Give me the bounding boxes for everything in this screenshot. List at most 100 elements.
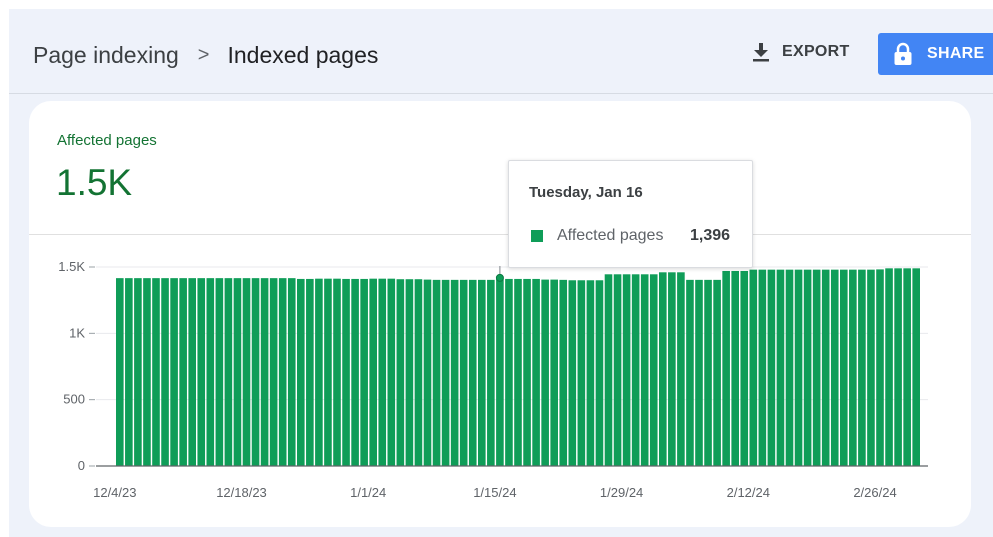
bar[interactable] <box>794 269 803 466</box>
y-tick-label: 500 <box>63 392 85 407</box>
tooltip-value: 1,396 <box>690 227 731 244</box>
bar[interactable] <box>586 280 595 466</box>
bar[interactable] <box>396 279 405 466</box>
bar[interactable] <box>894 268 902 466</box>
bar[interactable] <box>170 278 178 466</box>
bar[interactable] <box>514 278 522 466</box>
bar[interactable] <box>125 278 133 466</box>
bar[interactable] <box>432 279 441 466</box>
bar[interactable] <box>215 278 224 466</box>
bar[interactable] <box>306 278 314 466</box>
bar[interactable] <box>821 269 830 466</box>
bar[interactable] <box>414 279 423 466</box>
bar[interactable] <box>704 279 712 466</box>
bar[interactable] <box>351 278 359 466</box>
bar[interactable] <box>713 279 721 466</box>
bar[interactable] <box>161 278 169 466</box>
bar[interactable] <box>387 278 396 466</box>
bar[interactable] <box>242 278 251 466</box>
bar[interactable] <box>758 269 767 466</box>
bar[interactable] <box>523 278 531 466</box>
y-tick-label: 0 <box>78 458 85 473</box>
bar[interactable] <box>613 274 622 466</box>
bar[interactable] <box>867 269 875 466</box>
x-tick-label: 12/18/23 <box>216 485 267 500</box>
bar[interactable] <box>622 274 631 466</box>
bar[interactable] <box>179 278 187 466</box>
highlight-point <box>495 273 504 282</box>
bar[interactable] <box>785 269 794 466</box>
bar[interactable] <box>197 278 206 466</box>
tooltip-series-swatch <box>531 230 543 242</box>
bar[interactable] <box>767 269 776 466</box>
tooltip-series-label: Affected pages <box>557 227 664 244</box>
bar[interactable] <box>559 279 568 466</box>
bar[interactable] <box>858 269 866 466</box>
bar[interactable] <box>333 278 341 466</box>
bar[interactable] <box>668 272 676 466</box>
bar[interactable] <box>423 279 432 466</box>
bar[interactable] <box>496 277 504 466</box>
bar[interactable] <box>478 279 486 466</box>
bar[interactable] <box>686 279 694 466</box>
bar[interactable] <box>631 274 640 466</box>
bar[interactable] <box>134 278 142 466</box>
bar[interactable] <box>677 272 685 466</box>
bar[interactable] <box>550 279 558 466</box>
bar[interactable] <box>206 278 215 466</box>
bar[interactable] <box>749 269 758 466</box>
bar[interactable] <box>378 278 387 466</box>
bar[interactable] <box>324 278 332 466</box>
bar[interactable] <box>287 278 296 466</box>
bar[interactable] <box>188 278 196 466</box>
bar[interactable] <box>468 279 477 466</box>
bar[interactable] <box>342 278 350 466</box>
bar[interactable] <box>143 278 151 466</box>
bar[interactable] <box>659 272 667 466</box>
bar[interactable] <box>260 278 269 466</box>
bar[interactable] <box>903 268 911 466</box>
bar[interactable] <box>152 278 160 466</box>
bar[interactable] <box>830 269 839 466</box>
bar[interactable] <box>269 278 278 466</box>
bar[interactable] <box>297 278 305 466</box>
bar[interactable] <box>695 279 703 466</box>
bar[interactable] <box>876 269 884 466</box>
bar[interactable] <box>278 278 287 466</box>
bar[interactable] <box>912 268 920 466</box>
bar[interactable] <box>568 280 577 466</box>
bar[interactable] <box>640 274 649 466</box>
bar[interactable] <box>405 279 414 466</box>
bar[interactable] <box>224 278 233 466</box>
bar[interactable] <box>812 269 821 466</box>
bar[interactable] <box>487 279 495 466</box>
bar[interactable] <box>441 279 450 466</box>
bar[interactable] <box>803 269 812 466</box>
bar[interactable] <box>251 278 260 466</box>
bar[interactable] <box>649 274 658 466</box>
bar[interactable] <box>505 278 513 466</box>
bar[interactable] <box>731 270 739 466</box>
bar[interactable] <box>116 278 124 466</box>
bar[interactable] <box>577 280 586 466</box>
bar[interactable] <box>722 270 730 466</box>
y-tick-label: 1K <box>69 325 85 340</box>
bar[interactable] <box>450 279 459 466</box>
x-tick-label: 12/4/23 <box>93 485 136 500</box>
y-tick-label: 1.5K <box>58 259 85 274</box>
bar[interactable] <box>459 279 468 466</box>
bar[interactable] <box>233 278 242 466</box>
bar[interactable] <box>532 278 540 466</box>
bar[interactable] <box>740 270 749 466</box>
bar[interactable] <box>604 274 613 466</box>
bar[interactable] <box>315 278 323 466</box>
bar[interactable] <box>885 268 893 466</box>
affected-pages-bar-chart[interactable]: 0 500 1K 1.5K 12/4/23 12/18/23 1/1/24 1/15/24 1/… <box>0 0 993 537</box>
bar[interactable] <box>369 278 377 466</box>
bar[interactable] <box>360 278 368 466</box>
bar[interactable] <box>849 269 857 466</box>
bar[interactable] <box>776 269 785 466</box>
bar[interactable] <box>840 269 848 466</box>
bar[interactable] <box>595 280 604 466</box>
bar[interactable] <box>541 279 549 466</box>
